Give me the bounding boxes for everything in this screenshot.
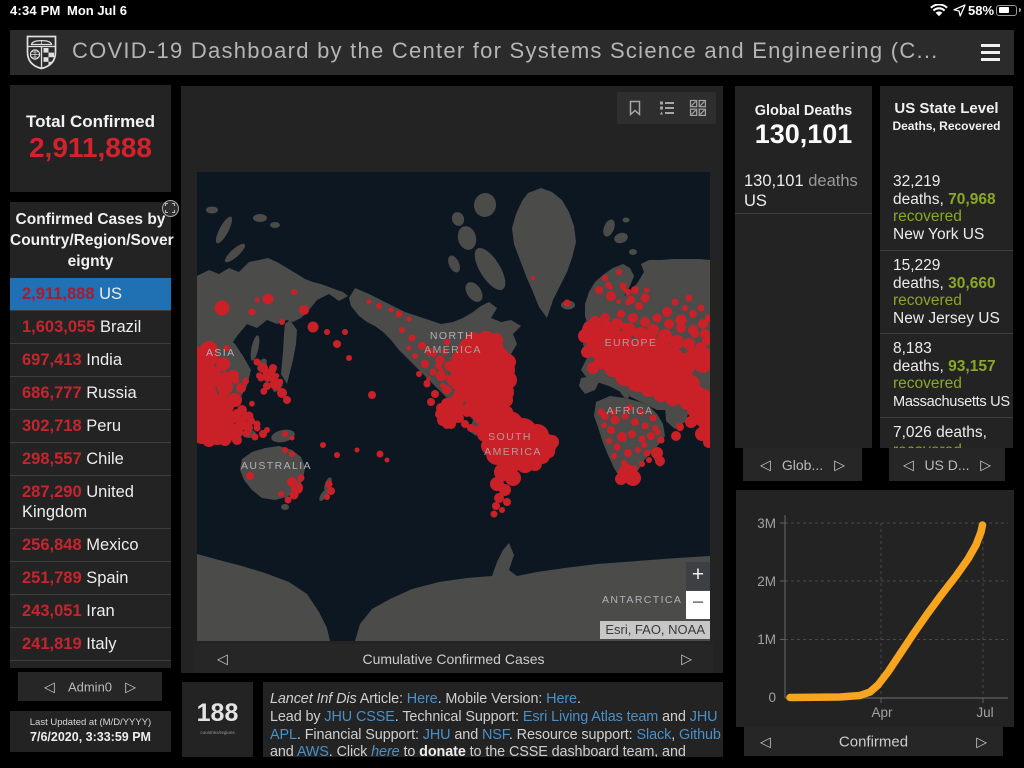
svg-text:NORTH: NORTH [430, 330, 474, 342]
svg-text:SOUTH: SOUTH [488, 431, 532, 443]
svg-text:Jul: Jul [976, 705, 993, 720]
svg-text:Apr: Apr [871, 705, 893, 720]
svg-text:0: 0 [768, 690, 776, 705]
svg-text:1M: 1M [757, 632, 776, 647]
svg-text:AUSTRALIA: AUSTRALIA [241, 460, 312, 472]
svg-text:EUROPE: EUROPE [605, 337, 658, 349]
svg-text:ANTARCTICA: ANTARCTICA [602, 594, 682, 606]
svg-text:AMERICA: AMERICA [484, 446, 542, 458]
svg-text:3M: 3M [757, 516, 776, 531]
svg-text:2M: 2M [757, 574, 776, 589]
svg-text:AMERICA: AMERICA [424, 344, 482, 356]
svg-text:ASIA: ASIA [206, 347, 236, 359]
svg-text:AFRICA: AFRICA [607, 405, 654, 417]
